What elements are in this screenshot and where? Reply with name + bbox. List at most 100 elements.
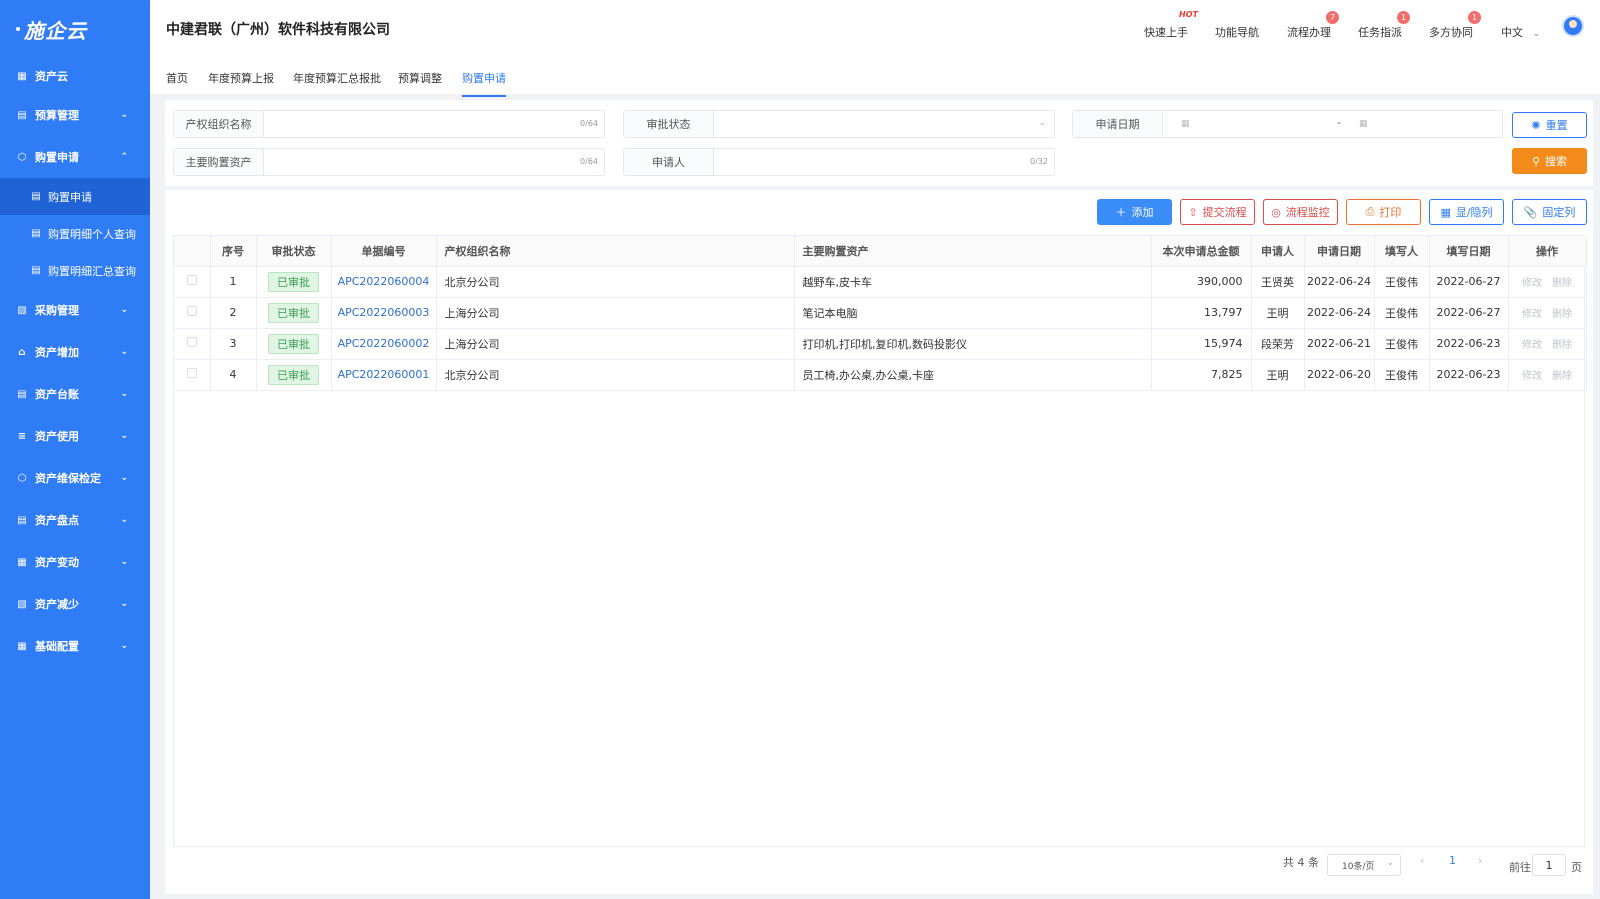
edit-link[interactable]: 修改 xyxy=(1522,278,1542,289)
collab-link[interactable]: 多方协同 1 xyxy=(1429,11,1481,40)
chevron-down-icon: ⌄ xyxy=(1038,118,1046,128)
row-org: 北京分公司 xyxy=(436,266,795,298)
row-status-cell: 已审批 xyxy=(256,297,332,329)
sidebar-item-11[interactable]: ▦ 基础配置 ⌄ xyxy=(0,625,150,667)
sidebar-item-6[interactable]: ≡ 资产使用 ⌄ xyxy=(0,415,150,457)
sidebar-item-5[interactable]: ▤ 资产台账 ⌄ xyxy=(0,373,150,415)
search-button[interactable]: ⚲ 搜索 xyxy=(1512,148,1587,174)
table-row[interactable]: 3 已审批 APC2022060002 上海分公司 打印机,打印机,复印机,数码… xyxy=(174,328,1587,360)
row-assets: 越野车,皮卡车 xyxy=(794,266,1152,298)
sidebar-item-0[interactable]: ▦ 资产云 xyxy=(0,58,150,94)
prev-page-icon[interactable]: ‹ xyxy=(1420,854,1424,867)
goto-page-input[interactable]: 1 xyxy=(1532,854,1566,876)
goto-label: 前往 xyxy=(1509,861,1531,874)
tab-purchase-apply[interactable]: 购置申请 xyxy=(462,70,506,97)
language-select[interactable]: 中文 ⌄ xyxy=(1501,24,1540,40)
quick-start-link[interactable]: 快速上手 HOT xyxy=(1144,10,1198,40)
table-row[interactable]: 4 已审批 APC2022060001 北京分公司 员工椅,办公桌,办公桌,卡座… xyxy=(174,359,1587,391)
submit-process-button[interactable]: ⇧ 提交流程 xyxy=(1180,199,1255,225)
chevron-down-icon: ⌄ xyxy=(120,431,128,441)
edit-link[interactable]: 修改 xyxy=(1522,309,1542,320)
sidebar-item-4[interactable]: ⌂ 资产增加 ⌄ xyxy=(0,331,150,373)
sidebar-subitem-2[interactable]: ▤ 购置明细汇总查询 xyxy=(0,252,150,289)
reset-label: 重置 xyxy=(1545,119,1568,132)
row-checkbox[interactable] xyxy=(186,306,197,316)
tab-budget-adjust[interactable]: 预算调整 xyxy=(398,70,442,95)
sidebar-item-7[interactable]: ⬡ 资产维保检定 ⌄ xyxy=(0,457,150,499)
reset-button[interactable]: ✺ 重置 xyxy=(1512,112,1587,138)
fix-columns-button[interactable]: 📎 固定列 xyxy=(1512,199,1587,225)
cube-icon: ⬡ xyxy=(17,151,27,163)
approval-status-select[interactable]: 审批状态 ⌄ xyxy=(623,110,1055,138)
process-badge: 7 xyxy=(1326,11,1339,24)
document-code-link[interactable]: APC2022060004 xyxy=(338,275,430,288)
print-button[interactable]: ⎙ 打印 xyxy=(1346,199,1421,225)
table-row[interactable]: 1 已审批 APC2022060004 北京分公司 越野车,皮卡车 390,00… xyxy=(174,266,1587,298)
row-write-date: 2022-06-27 xyxy=(1429,266,1509,298)
row-writer: 王俊伟 xyxy=(1374,328,1430,360)
row-writer: 王俊伟 xyxy=(1374,266,1430,298)
edit-link[interactable]: 修改 xyxy=(1522,340,1542,351)
sidebar-subitem-0[interactable]: ▤ 购置申请 xyxy=(0,178,150,215)
add-button[interactable]: ＋ 添加 xyxy=(1097,199,1172,225)
org-name-field[interactable]: 产权组织名称 0/64 xyxy=(173,110,605,138)
process-monitor-label: 流程监控 xyxy=(1285,206,1330,219)
row-apply-date: 2022-06-24 xyxy=(1304,266,1375,298)
row-select-cell xyxy=(174,359,211,391)
calendar-icon: ▦ xyxy=(1359,119,1368,129)
select-all-cell xyxy=(174,236,211,267)
row-checkbox[interactable] xyxy=(186,368,197,378)
apply-date-range[interactable]: 申请日期 ▦ - ▦ xyxy=(1072,110,1503,138)
row-writer: 王俊伟 xyxy=(1374,359,1430,391)
sidebar-item-1[interactable]: ▤ 预算管理 ⌄ xyxy=(0,94,150,136)
sidebar-subitem-label: 购置明细汇总查询 xyxy=(48,264,136,278)
delete-link[interactable]: 删除 xyxy=(1552,340,1572,351)
sidebar-subitem-label: 购置明细个人查询 xyxy=(48,227,136,241)
col-header: 单据编号 xyxy=(331,236,437,267)
tab-annual-budget-summary[interactable]: 年度预算汇总报批 xyxy=(293,70,381,95)
next-page-icon[interactable]: › xyxy=(1478,854,1482,867)
sidebar-item-8[interactable]: ▤ 资产盘点 ⌄ xyxy=(0,499,150,541)
chevron-down-icon: ⌄ xyxy=(120,473,128,483)
document-code-link[interactable]: APC2022060001 xyxy=(338,368,430,381)
delete-link[interactable]: 删除 xyxy=(1552,309,1572,320)
row-no: 3 xyxy=(210,328,257,360)
edit-link[interactable]: 修改 xyxy=(1522,371,1542,382)
sidebar-item-3[interactable]: ▧ 采购管理 ⌄ xyxy=(0,289,150,331)
grid-icon: ▦ xyxy=(17,556,27,568)
current-page[interactable]: 1 xyxy=(1449,854,1456,867)
document-code-link[interactable]: APC2022060003 xyxy=(338,306,430,319)
page-size-select[interactable]: 10条/页 ⌄ xyxy=(1327,854,1401,876)
apply-date-label: 申请日期 xyxy=(1073,111,1163,137)
sidebar-item-label: 基础配置 xyxy=(35,640,79,653)
avatar[interactable] xyxy=(1562,15,1584,37)
applicant-field[interactable]: 申请人 0/32 xyxy=(623,148,1055,176)
row-checkbox[interactable] xyxy=(186,275,197,285)
process-link[interactable]: 流程办理 7 xyxy=(1287,11,1339,40)
row-status-cell: 已审批 xyxy=(256,266,332,298)
tab-home[interactable]: 首页 xyxy=(166,70,188,95)
add-label: 添加 xyxy=(1131,206,1154,219)
sidebar-subitem-1[interactable]: ▤ 购置明细个人查询 xyxy=(0,215,150,252)
sidebar-item-2[interactable]: ⬡ 购置申请 ⌃ xyxy=(0,136,150,178)
document-code-link[interactable]: APC2022060002 xyxy=(338,337,430,350)
status-badge: 已审批 xyxy=(268,333,319,354)
row-no: 1 xyxy=(210,266,257,298)
toggle-columns-button[interactable]: ▦ 显/隐列 xyxy=(1429,199,1504,225)
process-monitor-button[interactable]: ◎ 流程监控 xyxy=(1263,199,1338,225)
company-name: 中建君联（广州）软件科技有限公司 xyxy=(166,22,390,38)
col-header: 填写人 xyxy=(1374,236,1430,267)
table-row[interactable]: 2 已审批 APC2022060003 上海分公司 笔记本电脑 13,797 王… xyxy=(174,297,1587,329)
org-name-label: 产权组织名称 xyxy=(174,111,264,137)
function-nav-link[interactable]: 功能导航 xyxy=(1215,24,1259,40)
chevron-down-icon: ⌄ xyxy=(120,347,128,357)
sidebar-item-10[interactable]: ▧ 资产减少 ⌄ xyxy=(0,583,150,625)
task-assign-link[interactable]: 任务指派 1 xyxy=(1358,11,1410,40)
main-asset-field[interactable]: 主要购置资产 0/64 xyxy=(173,148,605,176)
sidebar-item-9[interactable]: ▦ 资产变动 ⌄ xyxy=(0,541,150,583)
delete-link[interactable]: 删除 xyxy=(1552,371,1572,382)
row-checkbox[interactable] xyxy=(186,337,197,347)
delete-link[interactable]: 删除 xyxy=(1552,278,1572,289)
tab-annual-budget-report[interactable]: 年度预算上报 xyxy=(208,70,274,95)
row-assets: 打印机,打印机,复印机,数码投影仪 xyxy=(794,328,1152,360)
